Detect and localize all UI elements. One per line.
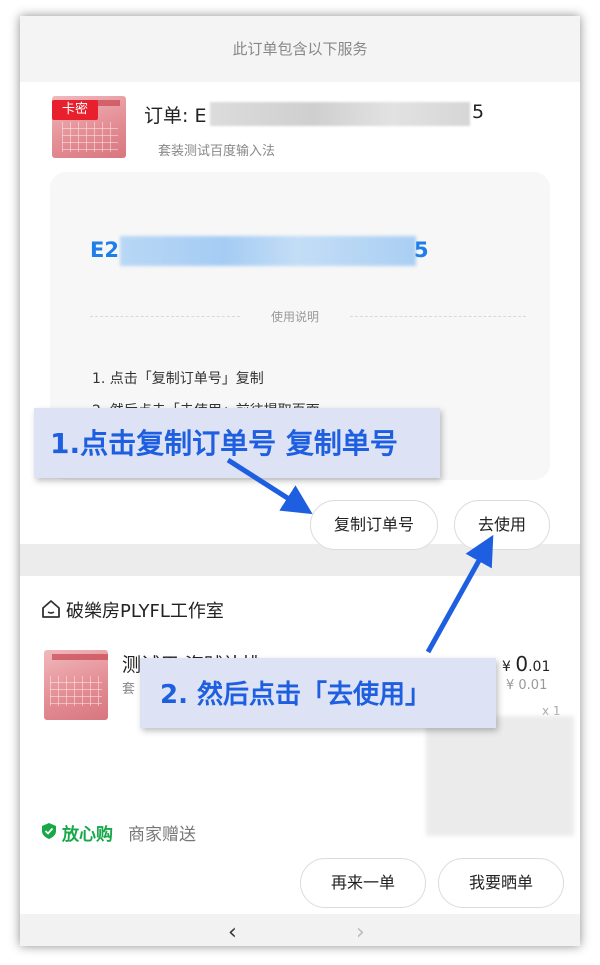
gift-label: 商家赠送 xyxy=(128,825,196,845)
price-integer: 0 xyxy=(515,652,529,676)
item-subtitle: 套 xyxy=(122,682,136,697)
usage-step-1: 1. 点击「复制订单号」复制 xyxy=(92,371,264,387)
divider xyxy=(350,316,526,317)
blurred-overlay xyxy=(426,716,574,836)
price-decimal: .01 xyxy=(528,659,551,675)
annotation-step-1: 1.点击复制订单号 复制单号 xyxy=(34,408,440,478)
shield-check-icon xyxy=(42,823,56,839)
card-code-redacted xyxy=(120,236,416,266)
usage-title: 使用说明 xyxy=(270,310,319,324)
item-original-price: ¥ 0.01 xyxy=(506,678,548,693)
card-code-badge: 卡密 xyxy=(52,100,98,120)
divider xyxy=(90,316,240,317)
card-code-prefix: E2 xyxy=(90,238,119,262)
phone-screen: 此订单包含以下服务 卡密 订单: E 5 套装测试百度输入法 E2 5 使用说明… xyxy=(20,16,580,946)
order-number-redacted xyxy=(210,102,470,126)
home-icon xyxy=(42,600,60,618)
order-label: 订单: E xyxy=(144,105,207,127)
sheet-header: 此订单包含以下服务 xyxy=(20,16,580,82)
back-icon[interactable]: ‹ xyxy=(228,920,237,945)
item-thumbnail[interactable] xyxy=(44,650,108,720)
annotation-step-2-text: 2. 然后点击「去使用」 xyxy=(160,680,432,710)
reorder-button[interactable]: 再来一单 xyxy=(300,858,426,908)
use-button[interactable]: 去使用 xyxy=(454,500,550,550)
annotation-step-2: 2. 然后点击「去使用」 xyxy=(140,658,496,728)
shop-name[interactable]: 破樂房PLYFL工作室 xyxy=(66,597,224,623)
item-price: ¥ 0.01 xyxy=(502,652,550,676)
price-symbol: ¥ xyxy=(502,659,511,675)
forward-icon[interactable]: › xyxy=(356,920,365,945)
card-code-tail: 5 xyxy=(414,238,429,262)
copy-order-button[interactable]: 复制订单号 xyxy=(310,500,438,550)
review-button[interactable]: 我要晒单 xyxy=(438,858,564,908)
browser-nav-bar: ‹ › xyxy=(20,914,580,946)
order-number-tail: 5 xyxy=(472,101,485,123)
trust-label: 放心购 xyxy=(62,825,113,845)
order-subtitle: 套装测试百度输入法 xyxy=(158,144,276,159)
annotation-step-1-text: 1.点击复制订单号 复制单号 xyxy=(50,427,398,460)
sheet-title: 此订单包含以下服务 xyxy=(232,40,368,58)
shop-card: 破樂房PLYFL工作室 测试用 盗贼补桃 套 ¥ 0.01 ¥ 0.01 x 1… xyxy=(20,576,580,914)
